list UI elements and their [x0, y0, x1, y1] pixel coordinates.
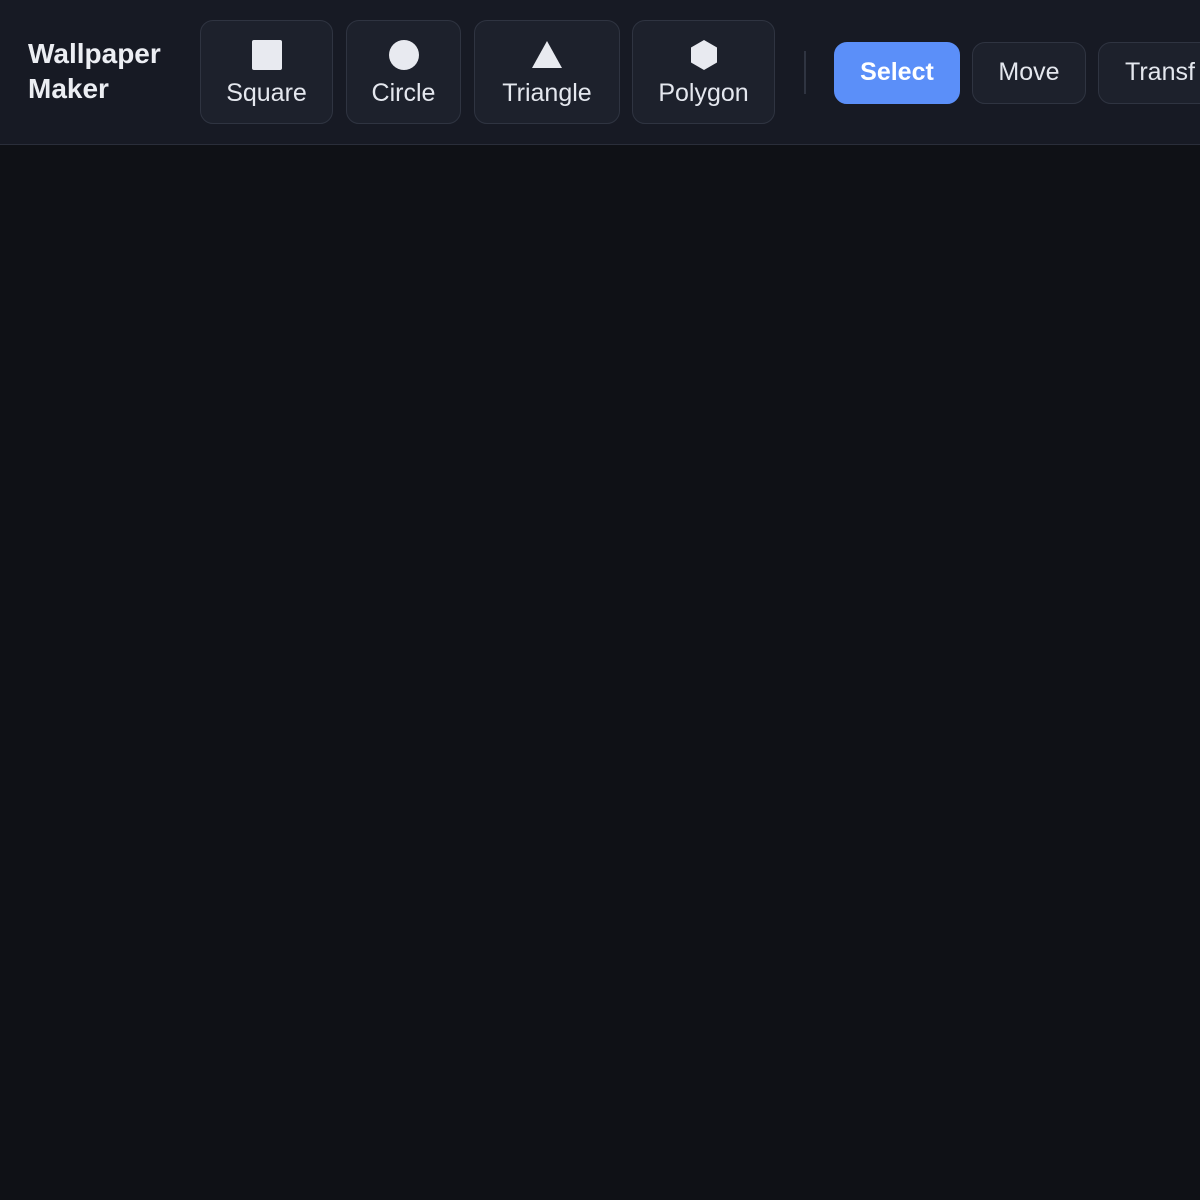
square-icon [251, 40, 282, 70]
circle-icon [388, 40, 419, 70]
toolbar: Wallpaper Maker Square Circle Triangle P… [0, 0, 1200, 145]
circle-button-label: Circle [371, 79, 436, 107]
polygon-button[interactable]: Polygon [632, 20, 775, 124]
app-window: Wallpaper Maker Square Circle Triangle P… [0, 0, 1200, 1200]
triangle-button[interactable]: Triangle [474, 20, 620, 124]
app-title: Wallpaper Maker [28, 38, 161, 104]
select-mode-button[interactable]: Select [834, 42, 960, 104]
transform-mode-button[interactable]: Transf [1098, 42, 1200, 104]
move-mode-button[interactable]: Move [972, 42, 1086, 104]
square-button-label: Square [226, 79, 307, 107]
square-button[interactable]: Square [200, 20, 333, 124]
triangle-button-label: Triangle [502, 79, 592, 107]
polygon-button-label: Polygon [658, 79, 749, 107]
toolbar-divider [804, 51, 806, 94]
drawing-canvas[interactable] [0, 146, 1200, 1200]
triangle-icon [532, 41, 562, 68]
hexagon-icon [690, 40, 717, 70]
circle-button[interactable]: Circle [346, 20, 461, 124]
